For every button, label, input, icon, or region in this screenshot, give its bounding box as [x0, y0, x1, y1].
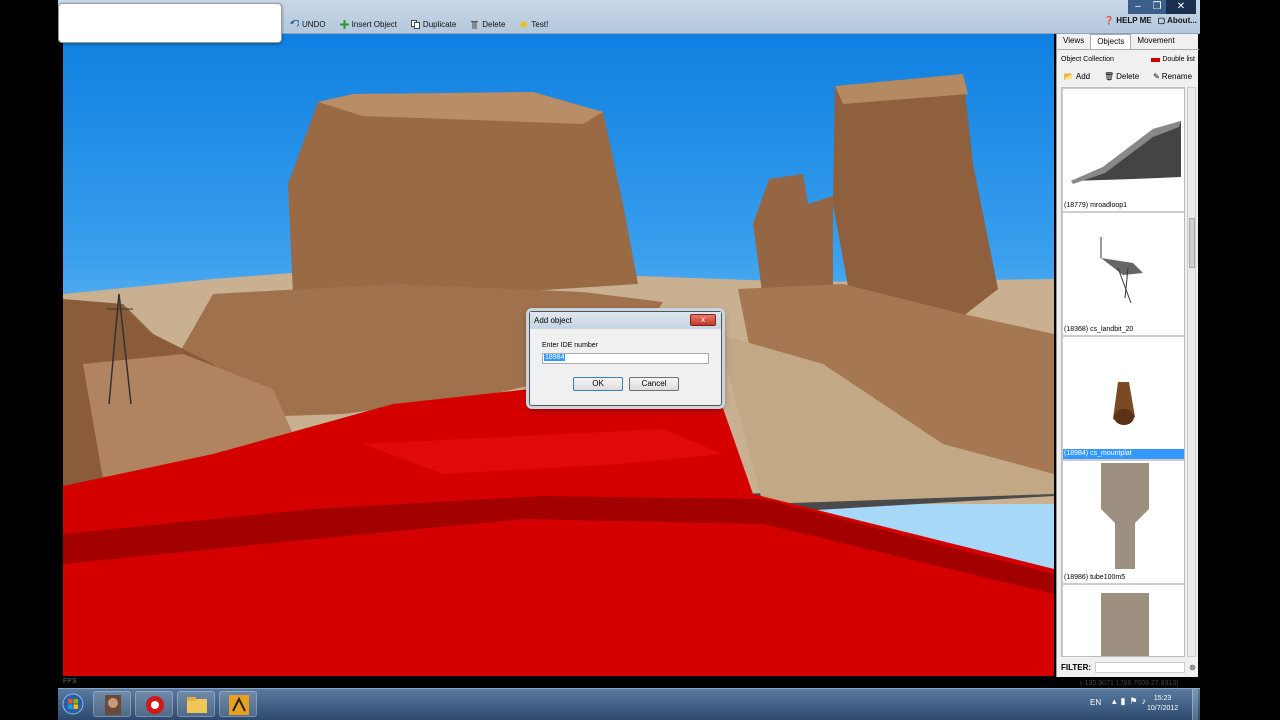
flag-icon: ⚑ [1129, 696, 1142, 706]
dialog-close-button[interactable]: x [690, 314, 716, 326]
taskbar-app-recorder[interactable] [135, 691, 173, 717]
object-list-scrollbar[interactable] [1187, 87, 1196, 657]
info-icon: ▢ [1157, 16, 1166, 25]
add-collection-button[interactable]: 📂 Add [1064, 72, 1090, 81]
taskbar-app-game[interactable] [93, 691, 131, 717]
panel-tabs: Views Objects Movement [1057, 34, 1199, 50]
filter-input[interactable] [1095, 661, 1186, 673]
trash-icon [470, 20, 479, 29]
clock-time: 15:23 [1153, 695, 1172, 702]
delete-label: Delete [1116, 71, 1140, 81]
object-thumbnail [1100, 237, 1143, 304]
object-thumbnail [1071, 121, 1181, 184]
object-side-panel: Views Objects Movement Object Collection… [1056, 34, 1199, 677]
rename-label: Rename [1161, 71, 1193, 81]
record-app-icon [146, 696, 164, 714]
double-list-label: Double list [1162, 56, 1195, 63]
taskbar-app-editor[interactable] [219, 691, 257, 717]
add-label: Add [1075, 71, 1091, 81]
editor-app-icon [229, 695, 249, 715]
ide-number-prompt: Enter IDE number [542, 342, 599, 349]
collection-actions: 📂 Add 🗑 Delete ✎ Rename [1057, 69, 1199, 83]
toolbar-right: ❓ HELP ME ▢ About... [1104, 16, 1197, 25]
object-label: (18368) cs_landbit_20 [1064, 326, 1134, 333]
clock-date: 10/7/2012 [1147, 705, 1179, 712]
ide-number-input[interactable]: 18984 [542, 353, 709, 364]
delete-button[interactable]: Delete [470, 20, 505, 29]
sparkle-icon [519, 20, 528, 29]
rename-icon: ✎ [1153, 71, 1160, 81]
game-app-icon [105, 695, 121, 715]
insert-object-button[interactable]: Insert Object [339, 19, 397, 29]
maximize-button[interactable]: ❐ [1148, 0, 1166, 14]
cancel-button[interactable]: Cancel [629, 377, 679, 391]
duplicate-button[interactable]: Duplicate [410, 19, 457, 29]
about-button[interactable]: ▢ About... [1158, 16, 1197, 25]
tab-movement[interactable]: Movement [1131, 34, 1180, 49]
minimize-button[interactable]: – [1128, 0, 1148, 14]
plus-icon [339, 19, 349, 29]
help-button[interactable]: ❓ HELP ME [1104, 16, 1152, 25]
object-thumbnail [1113, 382, 1135, 425]
main-toolbar: UNDO Insert Object Duplicate Delete Test… [289, 16, 548, 32]
filter-row: FILTER: ⊗ [1057, 660, 1199, 674]
delete-collection-button[interactable]: 🗑 Delete [1104, 72, 1139, 81]
duplicate-label: Duplicate [422, 19, 457, 29]
undo-icon [289, 19, 300, 29]
dialog-title: Add object [534, 316, 572, 325]
help-icon: ❓ [1104, 16, 1114, 25]
tab-views[interactable]: Views [1057, 34, 1090, 49]
camera-coordinates: (-135.9071 1786.7609 27.8313) [1080, 680, 1179, 687]
object-collection-row: Object Collection Double list [1057, 53, 1199, 66]
object-list[interactable]: (18779) mroadloop1 (18368) cs_landbit_20… [1061, 87, 1185, 657]
window-title-box [58, 3, 282, 43]
double-list-toggle[interactable]: Double list [1151, 56, 1195, 63]
duplicate-icon [410, 19, 420, 29]
object-thumbnail [1101, 593, 1149, 656]
start-button[interactable] [62, 689, 84, 717]
system-tray-icons[interactable]: ▴▮⚑♪ [1112, 696, 1150, 707]
double-list-icon [1151, 57, 1161, 62]
taskbar-app-explorer[interactable] [177, 691, 215, 717]
folder-add-icon: 📂 [1063, 71, 1074, 81]
list-item[interactable]: (18779) mroadloop1 [1062, 88, 1184, 212]
delete-label: Delete [482, 19, 506, 29]
list-item[interactable]: (18984) cs_mountplat [1062, 336, 1184, 460]
tray-arrow-icon: ▴ [1112, 696, 1121, 706]
list-item[interactable]: (18986) tube100m5 [1062, 460, 1184, 584]
object-thumbnail [1101, 463, 1149, 569]
clear-filter-icon[interactable]: ⊗ [1189, 663, 1196, 672]
object-label: (18984) cs_mountplat [1063, 449, 1184, 459]
clock[interactable]: 15:23 10/7/2012 [1147, 694, 1178, 714]
fps-label: FPS [63, 678, 77, 685]
windows-logo-icon [62, 693, 84, 715]
filter-label: FILTER: [1061, 662, 1092, 672]
add-object-dialog: Add object x Enter IDE number 18984 OK C… [529, 311, 722, 406]
desktop-screen: FPS – ❐ ✕ UNDO Insert Object Duplicate D… [0, 0, 1280, 720]
insert-object-label: Insert Object [351, 19, 397, 29]
ide-number-value: 18984 [544, 354, 566, 361]
trash-icon: 🗑 [1103, 71, 1115, 81]
tab-objects[interactable]: Objects [1090, 34, 1132, 49]
object-label: (18779) mroadloop1 [1064, 202, 1128, 209]
close-window-button[interactable]: ✕ [1166, 0, 1196, 14]
help-label: HELP ME [1116, 16, 1152, 25]
about-label: About... [1167, 16, 1197, 25]
rename-collection-button[interactable]: ✎ Rename [1153, 72, 1192, 81]
test-button[interactable]: Test! [519, 20, 548, 29]
object-label: (18986) tube100m5 [1064, 574, 1126, 581]
undo-label: UNDO [302, 19, 326, 29]
list-item[interactable]: (18368) cs_landbit_20 [1062, 212, 1184, 336]
folder-icon [187, 697, 207, 713]
show-desktop-button[interactable] [1192, 689, 1198, 720]
ok-button[interactable]: OK [573, 377, 623, 391]
test-label: Test! [531, 19, 549, 29]
object-collection-label: Object Collection [1061, 56, 1114, 63]
list-item[interactable] [1062, 584, 1184, 656]
undo-button[interactable]: UNDO [289, 19, 326, 29]
scrollbar-thumb[interactable] [1189, 218, 1195, 268]
language-indicator[interactable]: EN [1090, 698, 1101, 707]
